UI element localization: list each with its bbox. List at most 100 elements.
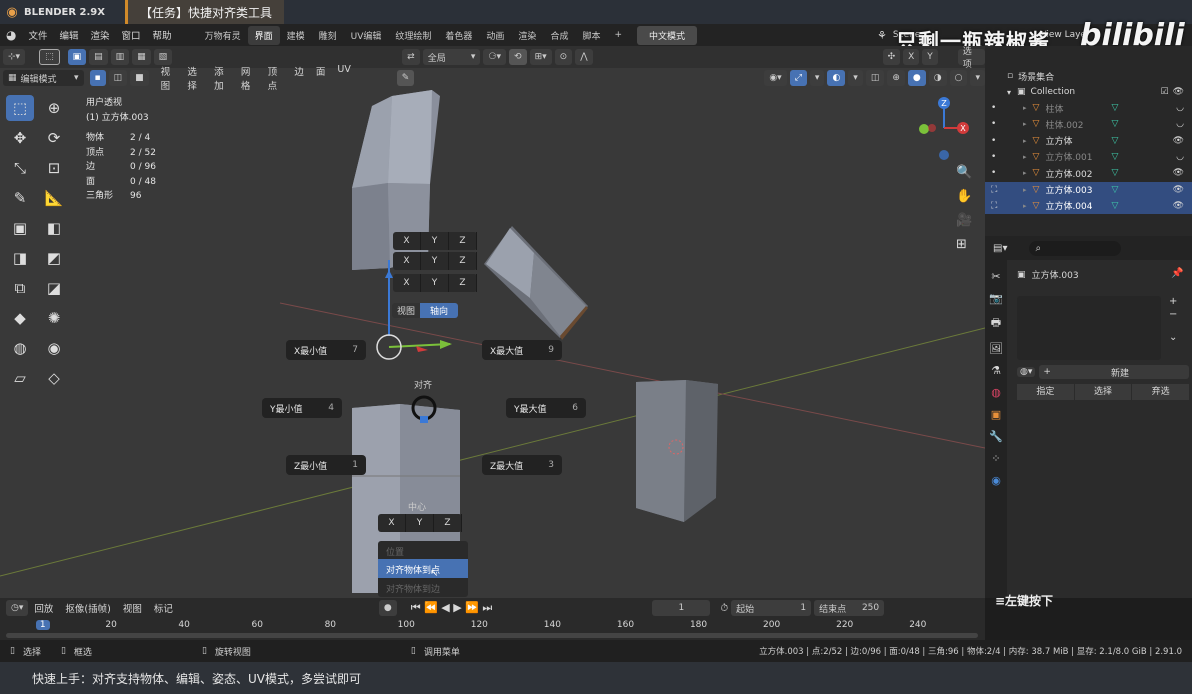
z-max-button[interactable]: Z最大值 3 [482,455,562,475]
xray-toggle-icon[interactable]: ◫ [865,70,885,86]
eye-icon[interactable]: 👁 [1173,185,1184,195]
bevel-tool-icon[interactable]: ◩ [40,245,68,271]
scene-icon[interactable]: ⚘ [877,29,887,42]
eye-icon[interactable]: 👁 [1173,201,1184,211]
eye-closed-icon[interactable]: ◡ [1176,152,1184,162]
chevron-right-icon[interactable]: ▸ [1023,137,1027,145]
eye-icon[interactable]: 👁 [1173,87,1184,97]
modifier-tab-icon[interactable]: 🔧 [989,430,1003,443]
workspace-tab[interactable]: 雕刻 [312,26,344,45]
edge-select-icon[interactable]: ◫ [108,70,128,86]
collection-row[interactable]: ▾ ▣ Collection ☑ 👁 [985,84,1192,100]
language-mode-button[interactable]: 中文模式 [637,25,698,45]
smooth-tool-icon[interactable]: ◍ [6,335,34,361]
scene-collection-row[interactable]: ▫ 场景集合 [985,68,1192,84]
mode-invert-icon[interactable]: ▦ [132,49,151,65]
playback-menu[interactable]: 回放 [28,601,59,615]
assign-button[interactable]: 指定 [1017,384,1074,400]
axis-x-button[interactable]: X [393,274,421,292]
mode-extend-icon[interactable]: ▤ [89,49,108,65]
menu-help[interactable]: 帮助 [147,28,178,42]
align-to-point-item[interactable]: 对齐物体到点 [378,559,468,578]
playback-controls[interactable]: ⏮ ⏪ ◀ ▶ ⏩ ⏭ [411,601,493,615]
falloff-icon[interactable]: ⋀ [575,49,593,65]
scene-tab-icon[interactable]: ⚗ [991,364,1001,377]
perspective-grid-icon[interactable]: ⊞ [956,237,972,252]
remove-slot-button[interactable]: − [1169,309,1177,320]
stopwatch-icon[interactable]: ⏱ [720,603,728,614]
rotate-tool-icon[interactable]: ⟳ [40,125,68,151]
shading-options-icon[interactable]: ▾ [970,70,985,86]
mode-intersect-icon[interactable]: ▧ [153,49,173,65]
x-arrow[interactable] [416,346,428,352]
eye-icon[interactable]: 👁 [1173,136,1184,146]
view-layer-tab-icon[interactable]: 🖼 [989,342,1003,355]
gizmo-toggle-icon[interactable]: ⤢ [789,70,807,86]
select-tool-icon[interactable]: ⬚ [39,49,60,65]
chevron-right-icon[interactable]: ▸ [1023,202,1027,210]
measure-tool-icon[interactable]: 📐 [40,185,68,211]
mirror-y[interactable]: Y [922,49,938,65]
axis-y-button[interactable]: Y [421,232,449,250]
move-tool-icon[interactable]: ✥ [6,125,34,151]
timeline-scrollbar[interactable] [6,633,978,638]
current-frame-field[interactable]: 1 [652,600,711,616]
mode-select[interactable]: ▦ 编辑模式 ▾ [3,70,84,86]
slot-menu-icon[interactable]: ⌄ [1169,332,1177,343]
outliner-item[interactable]: • ▸ ▽ 立方体.002 ▽ 👁 [985,165,1192,181]
add-cube-tool-icon[interactable]: ▣ [6,215,34,241]
start-frame-field[interactable]: 起始 1 [731,600,812,616]
spin-tool-icon[interactable]: ✺ [40,305,68,331]
scale-tool-icon[interactable]: ⤡ [6,155,34,181]
blender-menu-icon[interactable]: ◕ [0,28,22,42]
physics-tab-icon[interactable]: ◉ [991,474,1001,487]
particles-tab-icon[interactable]: ⁘ [991,452,1000,465]
navigation-gizmo[interactable]: Z X [916,94,976,164]
workspace-tab[interactable]: 渲染 [511,26,543,45]
transform-orientation-icon[interactable]: ⇄ [402,49,420,65]
shading-solid-icon[interactable]: ● [907,70,926,86]
axis-x-button[interactable]: X [393,252,421,270]
object-tab-icon[interactable]: ▣ [991,408,1001,421]
workspace-tab[interactable]: 着色器 [438,26,479,45]
add-slot-button[interactable]: + [1169,296,1177,307]
pivot-point-icon[interactable]: ⚆▾ [483,49,507,65]
chevron-right-icon[interactable]: ▸ [1023,153,1027,161]
transform-tool-icon[interactable]: ⊡ [40,155,68,181]
annotate-tool-icon[interactable]: ✎ [6,185,34,211]
material-sphere-icon[interactable]: ◍▾ [1017,367,1036,377]
outliner-item[interactable]: • ▸ ▽ 柱体 ▽ ◡ [985,100,1192,116]
axis-z-button[interactable]: Z [434,514,462,532]
axis-x-button[interactable]: X [378,514,406,532]
align-to-edge-item[interactable]: 对齐物体到边 [378,578,468,596]
marker-menu[interactable]: 标记 [148,601,179,615]
chevron-right-icon[interactable]: ▸ [1023,104,1027,112]
select-button[interactable]: 选择 [1074,384,1132,400]
visibility-icon[interactable]: ◉▾ [764,70,787,86]
pin-icon[interactable]: 📌 [1171,268,1183,279]
material-slot-list[interactable] [1017,296,1161,360]
checkbox-icon[interactable]: ☑ [1160,87,1168,97]
axis-z-button[interactable]: Z [449,232,477,250]
options-menu[interactable]: 选项 [957,47,985,70]
knife-tool-icon[interactable]: ◪ [40,275,68,301]
y-max-button[interactable]: Y最大值 6 [506,398,586,418]
snap-icon[interactable]: ⟲ [509,49,527,65]
poly-build-tool-icon[interactable]: ◆ [6,305,34,331]
xray-axis-x[interactable]: ✣ [882,49,901,65]
tool-tab-icon[interactable]: ✂ [991,270,1000,283]
extrude-tool-icon[interactable]: ◧ [40,215,68,241]
workspace-tab[interactable]: 动画 [479,26,511,45]
x-max-button[interactable]: X最大值 9 [482,340,562,360]
mirror-x[interactable]: X [903,49,920,65]
axis-y-button[interactable]: Y [421,252,449,270]
vertex-select-icon[interactable]: ▪ [89,70,106,86]
inset-tool-icon[interactable]: ◨ [6,245,34,271]
chevron-right-icon[interactable]: ▸ [1023,186,1027,194]
axis-z-button[interactable]: Z [449,274,477,292]
y-min-button[interactable]: Y最小值 4 [262,398,342,418]
render-tab-icon[interactable]: 📷 [989,292,1003,305]
chevron-right-icon[interactable]: ▸ [1023,169,1027,177]
shear-tool-icon[interactable]: ▱ [6,365,34,391]
record-icon[interactable]: ● [378,600,397,616]
